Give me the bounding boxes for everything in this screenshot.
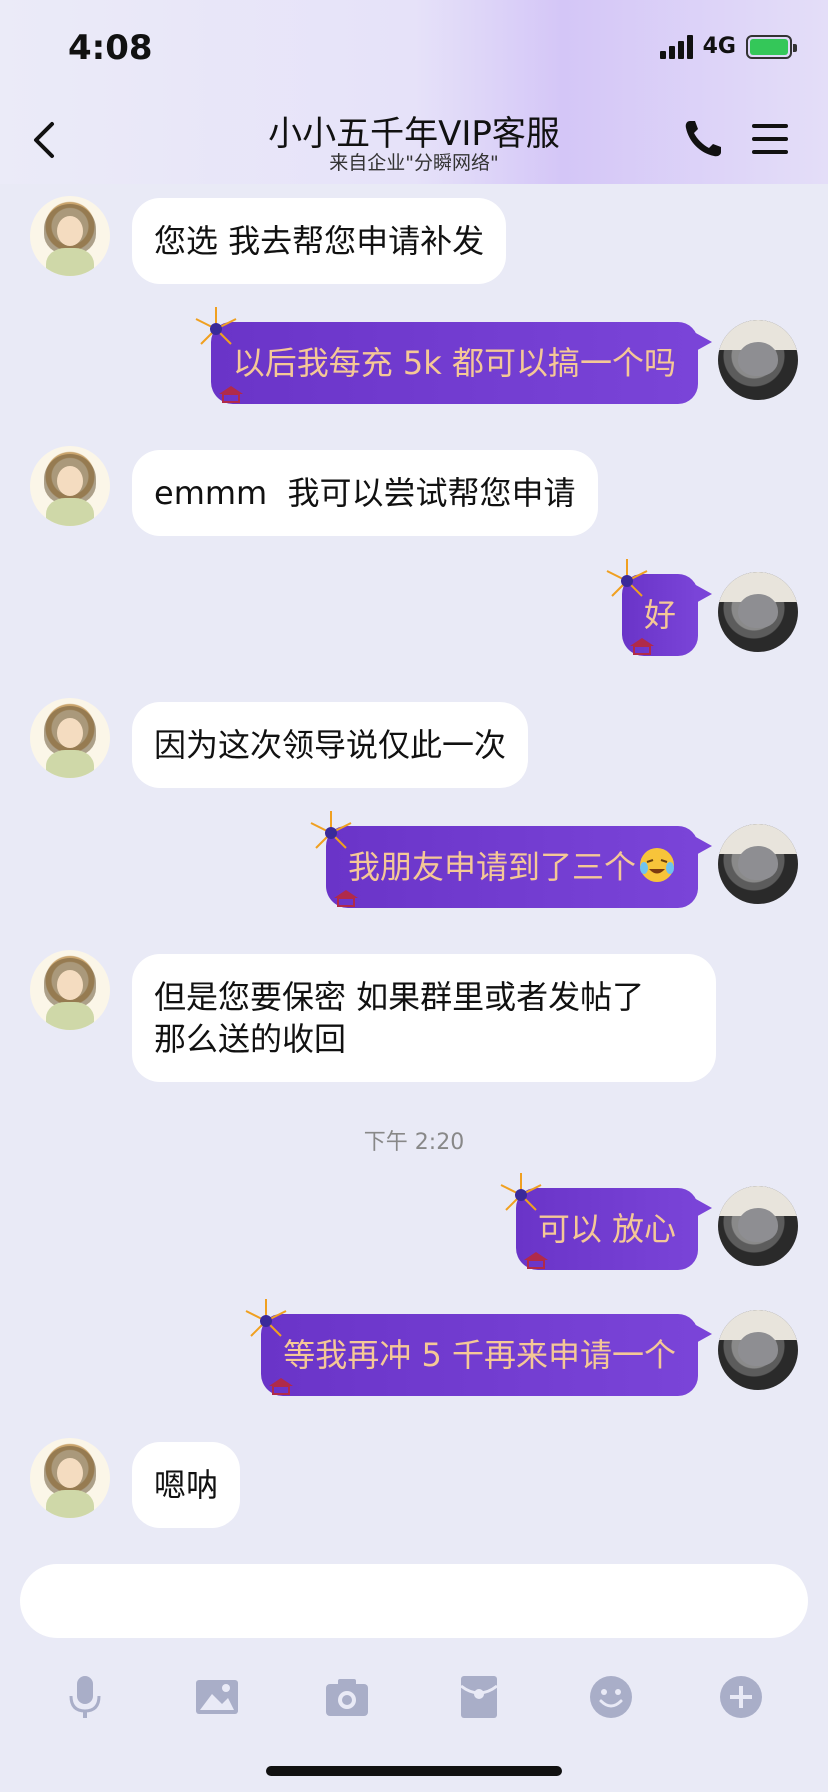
message-bubble-out: 我朋友申请到了三个 — [310, 811, 713, 908]
firework-icon — [310, 811, 352, 849]
network-label: 4G — [702, 34, 736, 59]
firework-icon — [500, 1173, 542, 1211]
input-area — [0, 1548, 828, 1792]
top-bar: 4:08 4G 小小五千年VIP客服 来自企业"分瞬网络" — [0, 0, 828, 184]
user-avatar[interactable] — [718, 1310, 798, 1390]
message-bubble-out: 好 — [606, 559, 713, 656]
firework-icon — [245, 1299, 287, 1337]
lantern-icon — [523, 1252, 548, 1269]
lantern-icon — [269, 1378, 294, 1395]
message-bubble-in: 因为这次领导说仅此一次 — [132, 702, 529, 788]
emoji-icon[interactable] — [588, 1674, 634, 1720]
firework-icon — [195, 307, 237, 345]
message-bubble-out: 以后我每充 5k 都可以搞一个吗 — [195, 307, 713, 404]
signal-icon — [659, 34, 693, 59]
lantern-icon — [218, 386, 243, 403]
agent-avatar[interactable] — [30, 196, 110, 276]
message-bubble-in: 嗯呐 — [132, 1442, 241, 1528]
status-indicators: 4G — [659, 34, 797, 59]
home-indicator — [266, 1766, 562, 1776]
firework-icon — [606, 559, 648, 597]
message-bubble-out: 等我再冲 5 千再来申请一个 — [245, 1299, 712, 1396]
crying-laughing-emoji-icon — [640, 848, 674, 882]
image-icon[interactable] — [194, 1674, 240, 1720]
message-bubble-in: 您选 我去帮您申请补发 — [132, 198, 507, 284]
agent-avatar[interactable] — [30, 698, 110, 778]
status-time: 4:08 — [68, 28, 153, 68]
user-avatar[interactable] — [718, 320, 798, 400]
message-bubble-in: 但是您要保密 如果群里或者发帖了 那么送的收回 — [132, 954, 716, 1082]
lantern-icon — [333, 890, 358, 907]
agent-avatar[interactable] — [30, 1438, 110, 1518]
user-avatar[interactable] — [718, 572, 798, 652]
agent-avatar[interactable] — [30, 446, 110, 526]
user-avatar[interactable] — [718, 1186, 798, 1266]
message-bubble-in: emmm 我可以尝试帮您申请 — [132, 450, 598, 536]
message-input[interactable] — [20, 1564, 808, 1638]
user-avatar[interactable] — [718, 824, 798, 904]
message-bubble-out: 可以 放心 — [500, 1173, 713, 1270]
plus-icon[interactable] — [718, 1674, 764, 1720]
battery-icon — [746, 34, 797, 59]
timestamp: 下午 2:20 — [363, 1130, 465, 1155]
agent-avatar[interactable] — [30, 950, 110, 1030]
phone-icon[interactable] — [682, 118, 724, 160]
microphone-icon[interactable] — [62, 1674, 108, 1720]
camera-icon[interactable] — [324, 1674, 370, 1720]
menu-icon[interactable] — [752, 122, 788, 156]
lantern-icon — [629, 638, 654, 655]
red-packet-icon[interactable] — [456, 1674, 502, 1720]
